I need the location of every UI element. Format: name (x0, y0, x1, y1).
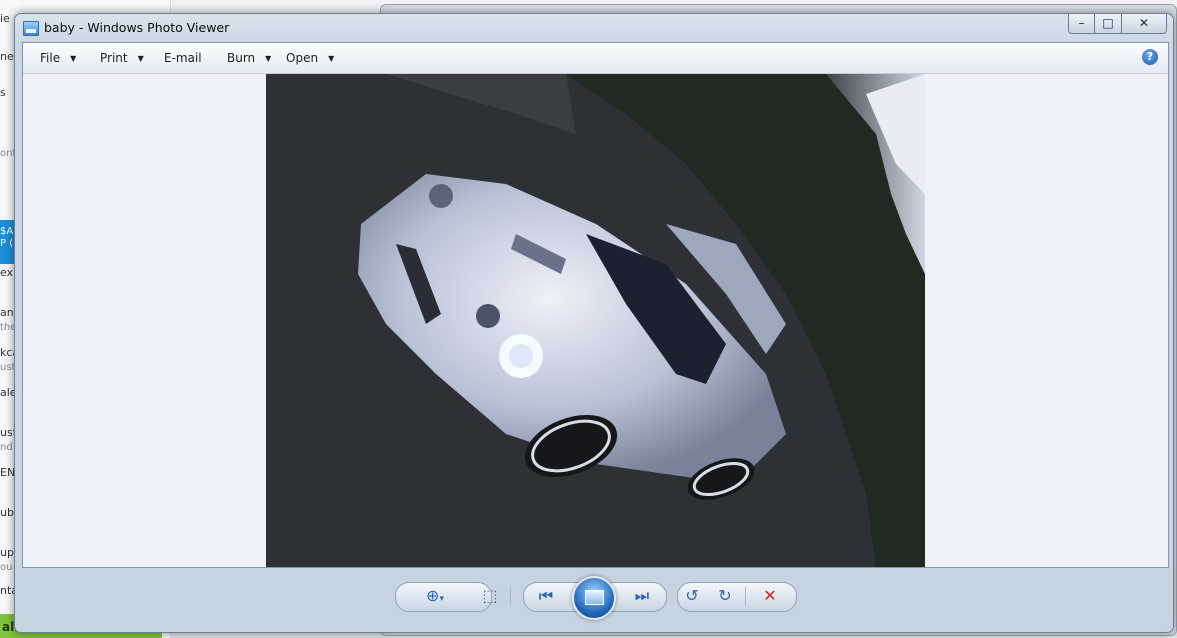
burn-menu[interactable]: Burn ▼ (227, 51, 271, 65)
chevron-down-icon: ▼ (328, 54, 335, 63)
zoom-dropdown-arrow-icon: ▾ (439, 594, 444, 604)
zoom-icon: ⊕ (426, 586, 440, 605)
slideshow-button[interactable] (572, 576, 616, 620)
file-menu-label: File (40, 51, 61, 65)
slideshow-icon (585, 590, 604, 605)
photo-viewer-app-icon (23, 21, 39, 36)
close-window-button[interactable]: ✕ (1121, 14, 1167, 34)
title-bar[interactable]: baby - Windows Photo Viewer – □ ✕ (15, 14, 1173, 42)
car-photo-image (266, 74, 925, 567)
open-menu[interactable]: Open ▼ (286, 51, 334, 65)
actual-size-button[interactable]: ⬚ (477, 584, 503, 608)
photo-viewer-window: baby - Windows Photo Viewer – □ ✕ File ▼ … (14, 13, 1174, 633)
previous-icon: ⏮ (538, 586, 554, 605)
chevron-down-icon: ▼ (137, 54, 144, 63)
previous-button[interactable]: ⏮ (533, 584, 559, 608)
command-bar: File ▼ Print ▼ E-mail Burn ▼ Open ▼ ? (23, 43, 1168, 74)
delete-icon: ✕ (763, 586, 777, 605)
burn-menu-label: Burn (227, 51, 256, 65)
chevron-down-icon: ▼ (70, 54, 77, 63)
open-menu-label: Open (286, 51, 319, 65)
viewer-client-area: File ▼ Print ▼ E-mail Burn ▼ Open ▼ ? (22, 42, 1169, 568)
minimize-button[interactable]: – (1068, 14, 1095, 34)
delete-button[interactable]: ✕ (757, 584, 783, 608)
photo-display-area (23, 74, 1168, 567)
divider (745, 587, 746, 605)
rotate-counterclockwise-button[interactable]: ↺ (679, 584, 705, 608)
window-title: baby - Windows Photo Viewer (44, 20, 230, 35)
help-icon[interactable]: ? (1142, 49, 1158, 65)
displayed-photo (266, 74, 925, 567)
next-button[interactable]: ⏭ (629, 584, 655, 608)
next-icon: ⏭ (634, 586, 650, 605)
maximize-button[interactable]: □ (1094, 14, 1122, 34)
rotate-ccw-icon: ↺ (685, 586, 699, 605)
rotate-clockwise-button[interactable]: ↻ (712, 584, 738, 608)
email-button-label: E-mail (164, 51, 202, 65)
zoom-button[interactable]: ⊕▾ (420, 584, 450, 608)
file-menu[interactable]: File ▼ (40, 51, 76, 65)
divider (510, 587, 511, 605)
email-button[interactable]: E-mail (164, 51, 202, 65)
print-menu[interactable]: Print ▼ (100, 51, 144, 65)
playback-controls: ⊕▾ ⬚ ⏮ ⏭ ↺ ↻ ✕ (15, 567, 1173, 631)
rotate-cw-icon: ↻ (718, 586, 732, 605)
fit-window-icon: ⬚ (482, 586, 498, 605)
print-menu-label: Print (100, 51, 128, 65)
chevron-down-icon: ▼ (265, 54, 272, 63)
